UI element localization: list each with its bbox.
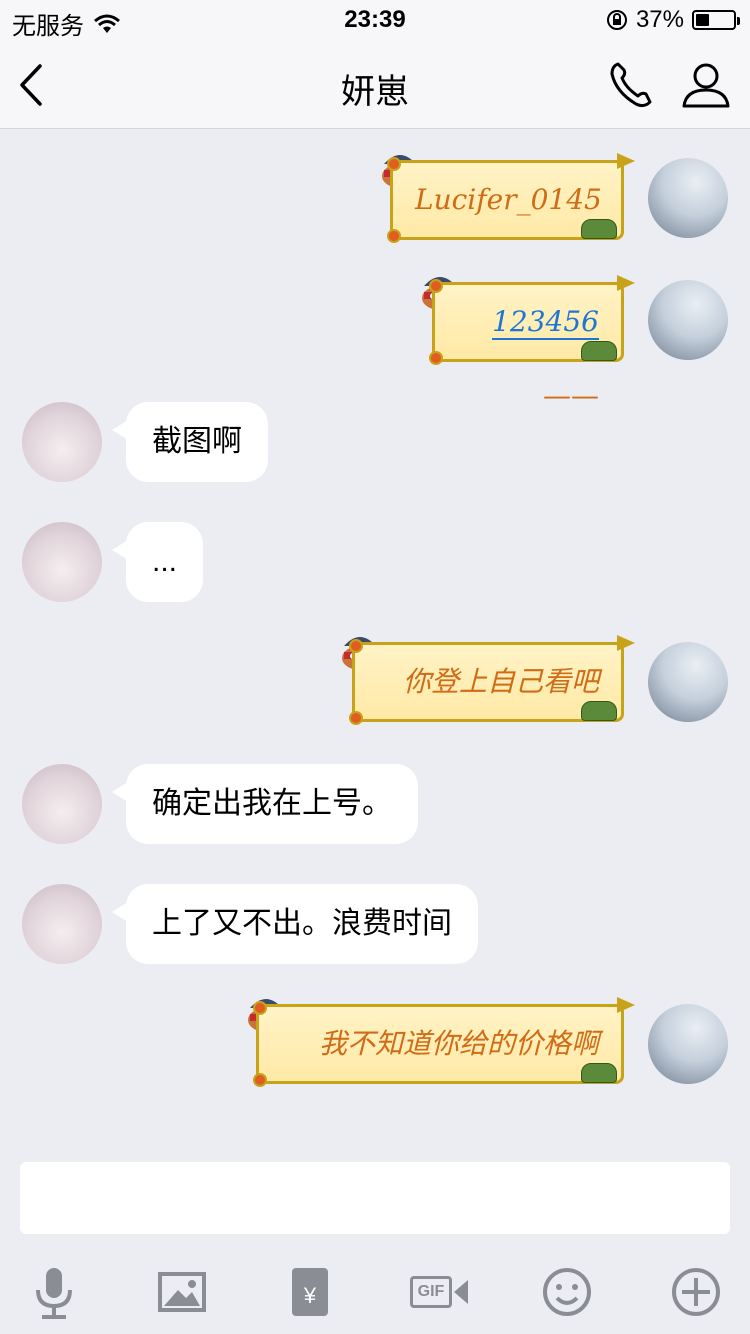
message-text: 你登上自己看吧 [402, 665, 599, 698]
message-input[interactable] [20, 1162, 730, 1234]
my-avatar[interactable] [648, 280, 728, 360]
message-text: 上了又不出。浪费时间 [152, 907, 452, 940]
message-item: 你登上自己看吧 [0, 632, 750, 732]
message-item: 截图啊 [0, 402, 750, 482]
image-icon[interactable] [150, 1260, 214, 1324]
phone-icon[interactable] [606, 60, 662, 110]
input-toolbar: ¥ GIF [0, 1250, 750, 1334]
status-bar: 无服务 23:39 37% [0, 0, 750, 40]
nav-bar: 妍崽 [0, 40, 750, 129]
turtle-icon [581, 219, 617, 239]
message-bubble[interactable]: 你登上自己看吧 [349, 635, 635, 725]
message-item: 我不知道你给的价格啊 [0, 994, 750, 1094]
message-text: Lucifer_0145 [415, 183, 602, 216]
red-packet-icon[interactable]: ¥ [278, 1260, 342, 1324]
lock-rotation-icon [606, 10, 627, 30]
message-text: 截图啊 [152, 425, 242, 458]
message-text: 确定出我在上号。 [152, 787, 392, 820]
contact-avatar[interactable] [22, 764, 102, 844]
message-bubble[interactable]: 截图啊 [112, 402, 268, 482]
message-item: 上了又不出。浪费时间 [0, 884, 750, 964]
contact-avatar[interactable] [22, 402, 102, 482]
message-bubble[interactable]: Lucifer_0145 [387, 153, 635, 243]
message-item: 确定出我在上号。 [0, 764, 750, 844]
plus-icon[interactable] [664, 1260, 728, 1324]
gif-icon[interactable]: GIF [406, 1260, 470, 1324]
message-bubble[interactable]: ... [111, 522, 204, 602]
turtle-icon [581, 341, 617, 361]
my-avatar[interactable] [648, 1004, 728, 1084]
battery-percent: 37% [635, 6, 684, 33]
my-avatar[interactable] [648, 642, 728, 722]
battery-icon [692, 10, 740, 30]
status-right: 37% [606, 6, 740, 34]
emoji-icon[interactable] [535, 1260, 599, 1324]
red-packet-symbol: ¥ [292, 1268, 328, 1316]
microphone-icon[interactable] [22, 1260, 86, 1324]
my-avatar[interactable] [648, 158, 728, 238]
message-bubble[interactable]: 123456—— [429, 275, 635, 412]
message-bubble[interactable]: 上了又不出。浪费时间 [112, 884, 478, 964]
profile-icon[interactable] [678, 60, 734, 110]
message-text: 我不知道你给的价格啊 [318, 1027, 599, 1060]
message-bubble[interactable]: 确定出我在上号。 [112, 764, 418, 844]
turtle-icon [581, 701, 617, 721]
contact-avatar[interactable] [22, 522, 102, 602]
message-item: ... [0, 522, 750, 602]
message-link[interactable]: 123456 [492, 305, 599, 340]
message-item: 123456—— [0, 272, 750, 412]
message-item: Lucifer_0145 [0, 150, 750, 250]
gif-label: GIF [410, 1276, 452, 1308]
contact-avatar[interactable] [22, 884, 102, 964]
message-text: ... [152, 545, 178, 578]
message-bubble[interactable]: 我不知道你给的价格啊 [253, 997, 635, 1087]
turtle-icon [581, 1063, 617, 1083]
